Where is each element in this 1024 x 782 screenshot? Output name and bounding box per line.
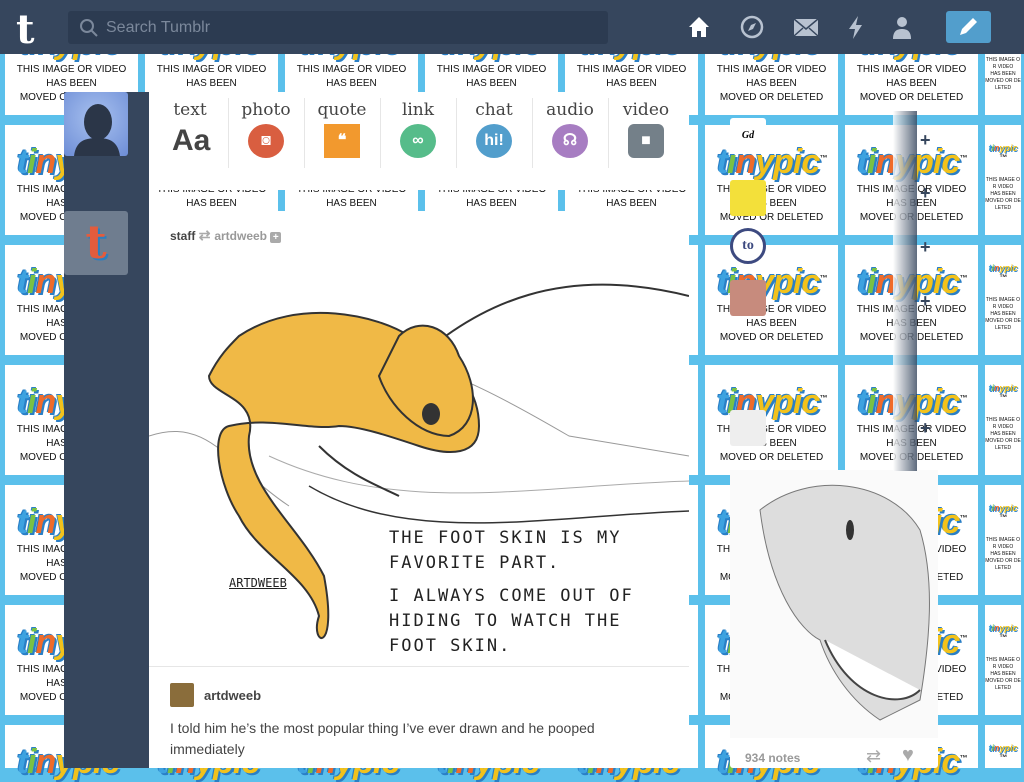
missing-image-tile: tinypic™ xyxy=(985,725,1021,768)
missing-message: THIS IMAGE OR VIDEOHAS BEENMOVED OR DELE… xyxy=(985,57,1021,91)
missing-message: THIS IMAGE OR VIDEOHAS BEENMOVED OR DELE… xyxy=(985,297,1021,331)
tinypic-logo: tinypic™ xyxy=(988,143,1018,162)
compose-button[interactable] xyxy=(946,11,991,43)
home-icon[interactable] xyxy=(686,14,712,40)
divider xyxy=(228,98,229,168)
inbox-icon[interactable] xyxy=(793,14,819,40)
missing-message: THIS IMAGE OR VIDEOHAS BEENMOVED OR DELE… xyxy=(856,64,967,103)
blog-avatar[interactable] xyxy=(730,280,766,316)
divider xyxy=(304,98,305,168)
post-composer: text Aa photo ◙ quote ❝ link ∞ chat hi! audio ☊ vide… xyxy=(149,92,689,190)
follow-plus-icon[interactable]: + xyxy=(920,183,931,204)
missing-image-tile: tinypic™ THIS IMAGE OR VIDEOHAS BEENMOVED… xyxy=(985,485,1021,595)
radar-post: 934 notes ⇄ ♥ xyxy=(730,470,938,768)
missing-message: THIS IMAGE OR VIDEOHAS BEENMOVED OR DELE… xyxy=(985,537,1021,571)
artist-signature: ARTDWEEB xyxy=(229,576,287,590)
missing-message: THIS IMAGE OR VIDEOHAS BEENMOVED OR DELE… xyxy=(985,417,1021,451)
video-icon: ■ xyxy=(628,124,664,158)
link-icon: ∞ xyxy=(400,124,436,158)
post-type-chat[interactable]: chat hi! xyxy=(459,100,529,158)
tinypic-logo: tinypic™ xyxy=(988,743,1018,762)
photo-icon: ◙ xyxy=(248,124,284,158)
avatar-column xyxy=(64,92,149,768)
divider xyxy=(380,98,381,168)
commenter-avatar[interactable] xyxy=(170,683,194,707)
notes-count[interactable]: 934 notes xyxy=(745,751,800,765)
post-type-link[interactable]: link ∞ xyxy=(383,100,453,158)
tinypic-logo: tinypic™ xyxy=(988,263,1018,282)
account-icon[interactable] xyxy=(889,14,915,40)
post-type-photo[interactable]: photo ◙ xyxy=(231,100,301,158)
missing-image-tile: tinypic™ THIS IMAGE OR VIDEOHAS BEENMOVED… xyxy=(985,245,1021,355)
dashboard-post: staff ⇄ artdweeb + THE FOOT SKIN IS MY FA… xyxy=(149,211,689,768)
missing-message: THIS IMAGE OR VIDEOHAS BEENMOVED OR DELE… xyxy=(716,424,827,463)
pencil-icon xyxy=(960,18,977,35)
explore-icon[interactable] xyxy=(739,14,765,40)
missing-image-tile: tinypic™ THIS IMAGE OR VIDEOHAS BEENMOVED… xyxy=(985,605,1021,715)
user-avatar[interactable] xyxy=(64,92,128,156)
blog-avatar[interactable] xyxy=(730,180,766,216)
activity-icon[interactable] xyxy=(843,14,869,40)
reblog-icon: ⇄ xyxy=(198,227,215,243)
blog-avatar[interactable]: to xyxy=(730,228,766,264)
missing-message: THIS IMAGE OR VIDEOHAS BEENMOVED OR DELE… xyxy=(716,304,827,343)
divider xyxy=(456,98,457,168)
search-input[interactable]: Search Tumblr xyxy=(68,11,608,44)
tinypic-logo: tinypic™ xyxy=(988,503,1018,522)
tumblr-logo[interactable]: t xyxy=(16,6,34,53)
search-icon xyxy=(80,19,98,37)
follow-plus-icon[interactable]: + xyxy=(270,232,282,243)
tinypic-logo: tinypic™ xyxy=(716,143,828,181)
reblog-button[interactable]: ⇄ xyxy=(866,746,881,767)
missing-message: THIS IMAGE OR VIDEOHAS BEENMOVED OR DELE… xyxy=(985,657,1021,691)
divider xyxy=(149,666,689,667)
follow-plus-icon[interactable]: + xyxy=(920,291,931,312)
follow-plus-icon[interactable]: + xyxy=(920,418,931,439)
divider xyxy=(608,98,609,168)
follow-plus-icon[interactable]: + xyxy=(920,237,931,258)
post-type-quote[interactable]: quote ❝ xyxy=(307,100,377,158)
missing-image-tile: tinypic™THIS IMAGE OR VIDEOHAS BEENMOVED… xyxy=(705,245,838,355)
audio-icon: ☊ xyxy=(552,124,588,158)
drawing-caption: THE FOOT SKIN IS MY FAVORITE PART. I ALWA… xyxy=(389,528,634,656)
reblogged-from[interactable]: artdweeb xyxy=(214,229,267,243)
chat-icon: hi! xyxy=(476,124,512,158)
dinosaur-sketch xyxy=(730,470,938,738)
blog-avatar[interactable] xyxy=(730,410,766,446)
post-type-audio[interactable]: audio ☊ xyxy=(535,100,605,158)
missing-image-tile: tinypic™ THIS IMAGE OR VIDEOHAS BEENMOVED… xyxy=(985,365,1021,475)
missing-image-tile: tinypic™THIS IMAGE OR VIDEOHAS BEENMOVED… xyxy=(705,365,838,475)
missing-message: THIS IMAGE OR VIDEOHAS BEENMOVED OR DELE… xyxy=(716,184,827,223)
missing-message: THIS IMAGE OR VIDEOHAS BEENMOVED OR DELE… xyxy=(985,177,1021,211)
like-heart-icon[interactable]: ♥ xyxy=(902,744,914,767)
tinypic-logo: tinypic™ xyxy=(988,383,1018,402)
missing-message: THIS IMAGE OR VIDEOHAS BEENMOVED OR DELE… xyxy=(716,64,827,103)
text-icon: Aa xyxy=(172,124,211,157)
top-nav: t Search Tumblr xyxy=(0,0,1024,54)
blog-avatar[interactable]: Gd xyxy=(730,118,766,154)
comment-author[interactable]: artdweeb xyxy=(204,688,261,703)
post-type-text[interactable]: text Aa xyxy=(155,100,225,158)
missing-image-tile: tinypic™ THIS IMAGE OR VIDEOHAS BEENMOVED… xyxy=(985,125,1021,235)
quote-icon: ❝ xyxy=(324,124,360,158)
missing-image-tile: tinypic™THIS IMAGE OR VIDEOHAS BEENMOVED… xyxy=(705,125,838,235)
post-author[interactable]: staff xyxy=(170,229,195,243)
tinypic-logo: tinypic™ xyxy=(716,263,828,301)
comment-text: I told him he’s the most popular thing I… xyxy=(170,720,595,757)
follow-plus-icon[interactable]: + xyxy=(920,130,931,151)
tinypic-logo: tinypic™ xyxy=(988,623,1018,642)
staff-avatar[interactable]: t xyxy=(64,211,128,275)
scrollbar[interactable] xyxy=(893,111,917,471)
tinypic-logo: tinypic™ xyxy=(716,383,828,421)
post-type-video[interactable]: video ■ xyxy=(611,100,681,158)
divider xyxy=(532,98,533,168)
